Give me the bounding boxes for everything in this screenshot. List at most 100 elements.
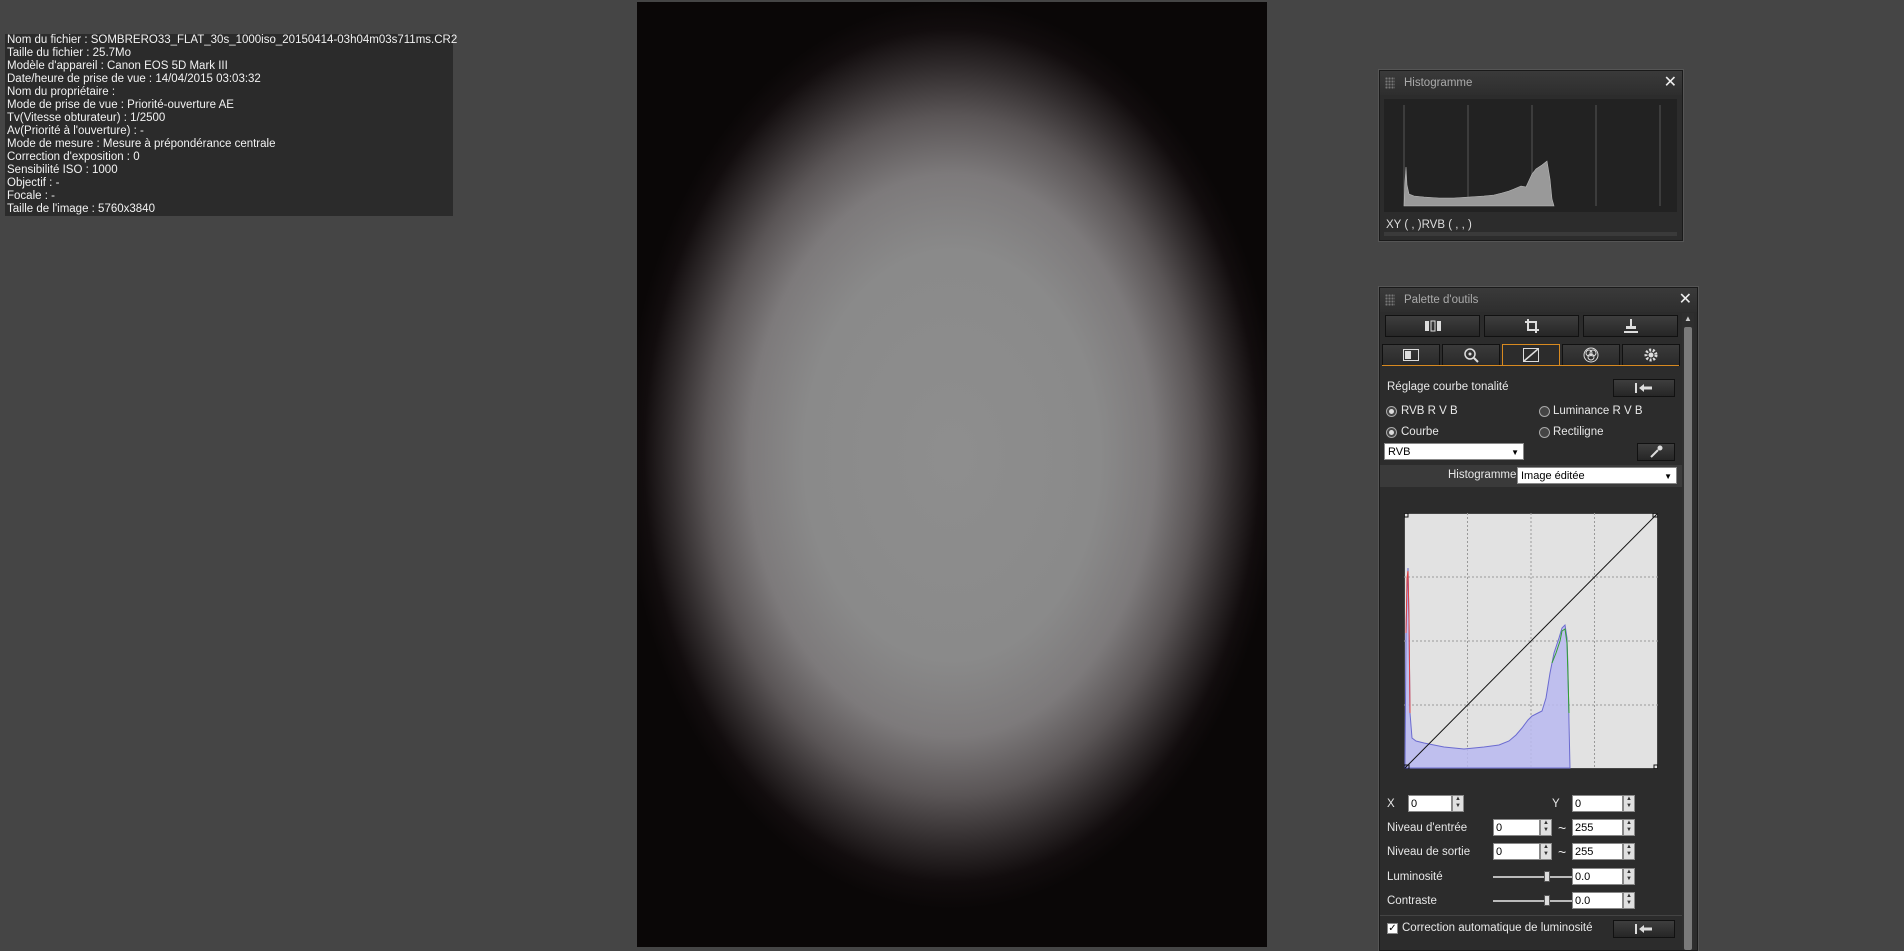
brightness-slider-handle[interactable] [1544, 871, 1550, 882]
chevron-down-icon: ▼ [1511, 448, 1519, 457]
detail-zoom-icon [1464, 348, 1479, 363]
range-tilde: ~ [1558, 844, 1567, 860]
y-value-field[interactable]: 0 [1572, 795, 1623, 812]
output-level-high-spinner[interactable]: ▲ ▼ [1623, 843, 1635, 860]
tab-tone-curve[interactable] [1502, 344, 1560, 366]
output-level-label: Niveau de sortie [1387, 846, 1471, 858]
crop-tool-button[interactable] [1484, 315, 1579, 337]
histogram-footer-bar [1384, 232, 1677, 236]
info-line: Nom du fichier : SOMBRERO33_FLAT_30s_100… [7, 34, 458, 46]
contrast-label: Contraste [1387, 895, 1437, 907]
info-line: Objectif : - [7, 177, 60, 189]
grip-icon[interactable] [1385, 294, 1395, 306]
y-label: Y [1552, 798, 1560, 810]
stamp-icon [1623, 319, 1638, 333]
input-level-low-spinner[interactable]: ▲ ▼ [1540, 819, 1552, 836]
radio-curve[interactable] [1386, 427, 1397, 438]
channel-select[interactable]: RVB ▼ [1384, 443, 1524, 460]
tab-underline [1382, 365, 1679, 366]
histogram-label: Histogramme [1448, 469, 1517, 481]
info-line: Sensibilité ISO : 1000 [7, 164, 118, 176]
compare-icon [1424, 320, 1441, 332]
radio-luminance-label: Luminance R V B [1553, 405, 1643, 417]
contrast-spinner[interactable]: ▲ ▼ [1623, 892, 1635, 909]
undo-arrow-icon [1635, 383, 1652, 393]
auto-brightness-label: Correction automatique de luminosité [1402, 922, 1593, 934]
radio-rgb-label: RVB R V B [1401, 405, 1458, 417]
radio-curve-label: Courbe [1401, 426, 1439, 438]
info-line: Correction d'exposition : 0 [7, 151, 140, 163]
x-value-field[interactable]: 0 [1408, 795, 1452, 812]
eyedropper-button[interactable] [1637, 443, 1675, 461]
y-spinner[interactable]: ▲ ▼ [1623, 795, 1635, 812]
range-tilde: ~ [1558, 820, 1567, 836]
reset-auto-brightness-button[interactable] [1613, 920, 1675, 938]
radio-linear-label: Rectiligne [1553, 426, 1604, 438]
input-level-label: Niveau d'entrée [1387, 822, 1468, 834]
output-level-low-field[interactable]: 0 [1493, 843, 1540, 860]
xy-rgb-readout: XY ( , )RVB ( , , ) [1386, 219, 1472, 231]
eyedropper-icon [1650, 445, 1663, 458]
tool-palette-scrollbar[interactable]: ▲ [1682, 313, 1694, 950]
info-line: Date/heure de prise de vue : 14/04/2015 … [7, 73, 261, 85]
tool-palette-title: Palette d'outils [1404, 294, 1479, 306]
basic-adjust-icon [1403, 349, 1419, 361]
info-line: Tv(Vitesse obturateur) : 1/2500 [7, 112, 166, 124]
input-level-low-field[interactable]: 0 [1493, 819, 1540, 836]
x-spinner[interactable]: ▲ ▼ [1452, 795, 1464, 812]
x-label: X [1387, 798, 1395, 810]
tone-curve-icon [1523, 348, 1539, 362]
info-line: Focale : - [7, 190, 55, 202]
tool-palette-titlebar[interactable]: Palette d'outils ✕ [1380, 288, 1697, 312]
scroll-up-icon[interactable]: ▲ [1684, 314, 1692, 323]
channel-select-value: RVB [1388, 446, 1411, 458]
tool-palette: Palette d'outils ✕ Réglage courbe tonali… [1379, 287, 1698, 951]
brightness-label: Luminosité [1387, 871, 1443, 883]
section-title: Réglage courbe tonalité [1387, 381, 1509, 393]
histogram-panel-titlebar[interactable]: Histogramme ✕ [1380, 71, 1682, 95]
tone-curve-editor[interactable] [1403, 512, 1659, 770]
auto-brightness-checkbox[interactable]: ✓ [1387, 923, 1398, 934]
gear-icon [1644, 348, 1658, 362]
tab-detail[interactable] [1442, 344, 1500, 366]
tab-color[interactable] [1562, 344, 1620, 366]
stamp-tool-button[interactable] [1583, 315, 1678, 337]
contrast-slider-handle[interactable] [1544, 895, 1550, 906]
compare-tool-button[interactable] [1385, 315, 1480, 337]
histogram-panel: Histogramme ✕ XY ( , )RVB ( , , ) [1379, 70, 1683, 241]
info-line: Mode de prise de vue : Priorité-ouvertur… [7, 99, 234, 111]
input-level-high-spinner[interactable]: ▲ ▼ [1623, 819, 1635, 836]
radio-linear[interactable] [1539, 427, 1550, 438]
info-line: Taille de l'image : 5760x3840 [7, 203, 155, 215]
histogram-source-select[interactable]: Image éditée ▼ [1517, 467, 1677, 484]
info-line: Modèle d'appareil : Canon EOS 5D Mark II… [7, 60, 228, 72]
radio-rgb[interactable] [1386, 406, 1397, 417]
histogram-svg [1403, 105, 1661, 207]
close-icon[interactable]: ✕ [1664, 73, 1677, 93]
output-level-low-spinner[interactable]: ▲ ▼ [1540, 843, 1552, 860]
histogram-source-value: Image éditée [1521, 470, 1585, 482]
info-line: Mode de mesure : Mesure à prépondérance … [7, 138, 276, 150]
crop-icon [1524, 319, 1539, 333]
output-level-high-field[interactable]: 255 [1572, 843, 1623, 860]
tab-basic[interactable] [1382, 344, 1440, 366]
contrast-value-field[interactable]: 0.0 [1572, 892, 1623, 909]
histogram-graph [1384, 99, 1677, 212]
file-info-overlay: Nom du fichier : SOMBRERO33_FLAT_30s_100… [5, 34, 458, 216]
undo-arrow-icon [1635, 924, 1652, 934]
reset-curve-button[interactable] [1613, 379, 1675, 397]
image-preview[interactable] [637, 2, 1267, 947]
scrollbar-thumb[interactable] [1684, 327, 1692, 950]
color-circles-icon [1583, 347, 1599, 363]
tone-curve-svg [1403, 512, 1659, 770]
info-line: Taille du fichier : 25.7Mo [7, 47, 132, 59]
brightness-spinner[interactable]: ▲ ▼ [1623, 868, 1635, 885]
input-level-high-field[interactable]: 255 [1572, 819, 1623, 836]
radio-luminance[interactable] [1539, 406, 1550, 417]
close-icon[interactable]: ✕ [1679, 290, 1692, 310]
info-line: Nom du propriétaire : [7, 86, 116, 98]
tab-settings[interactable] [1622, 344, 1680, 366]
grip-icon[interactable] [1385, 77, 1395, 89]
chevron-down-icon: ▼ [1664, 472, 1672, 481]
brightness-value-field[interactable]: 0.0 [1572, 868, 1623, 885]
